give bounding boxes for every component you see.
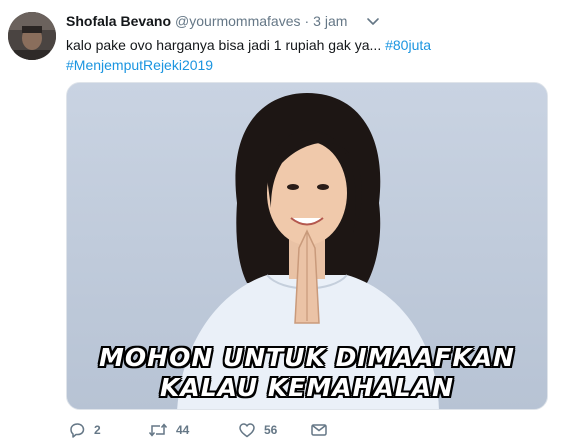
separator-dot: · <box>304 13 310 29</box>
author-handle[interactable]: @yourmommafaves <box>175 13 300 29</box>
tweet-timestamp[interactable]: 3 jam <box>313 13 347 29</box>
like-button[interactable]: 56 <box>238 420 277 440</box>
reply-icon <box>70 423 85 438</box>
tweet-text: kalo pake ovo harganya bisa jadi 1 rupia… <box>66 35 546 75</box>
chevron-down-icon[interactable] <box>366 14 380 28</box>
like-count: 56 <box>264 423 278 437</box>
hashtag-80juta[interactable]: #80juta <box>385 37 431 53</box>
hashtag-menjemputrejeki2019[interactable]: #MenjemputRejeki2019 <box>66 57 213 73</box>
avatar[interactable] <box>8 12 56 60</box>
reply-button[interactable]: 2 <box>68 420 101 440</box>
reply-count: 2 <box>94 423 101 437</box>
tweet-body: kalo pake ovo harganya bisa jadi 1 rupia… <box>66 37 382 53</box>
tweet: Shofala Bevano @yourmommafaves · 3 jam k… <box>0 0 566 444</box>
direct-message-button[interactable] <box>310 420 328 440</box>
retweet-count: 44 <box>176 423 190 437</box>
tweet-header: Shofala Bevano @yourmommafaves · 3 jam <box>66 13 347 33</box>
direct-message-icon <box>311 424 327 436</box>
author-name[interactable]: Shofala Bevano <box>66 13 171 29</box>
like-icon <box>239 423 255 438</box>
retweet-icon <box>148 423 168 437</box>
retweet-button[interactable]: 44 <box>148 420 189 440</box>
tweet-media-image[interactable]: MOHON UNTUK DIMAAFKAN KALAU KEMAHALAN <box>66 82 548 410</box>
meme-caption-line-1: MOHON UNTUK DIMAAFKAN <box>99 343 515 372</box>
meme-caption-line-2: KALAU KEMAHALAN <box>159 373 455 402</box>
